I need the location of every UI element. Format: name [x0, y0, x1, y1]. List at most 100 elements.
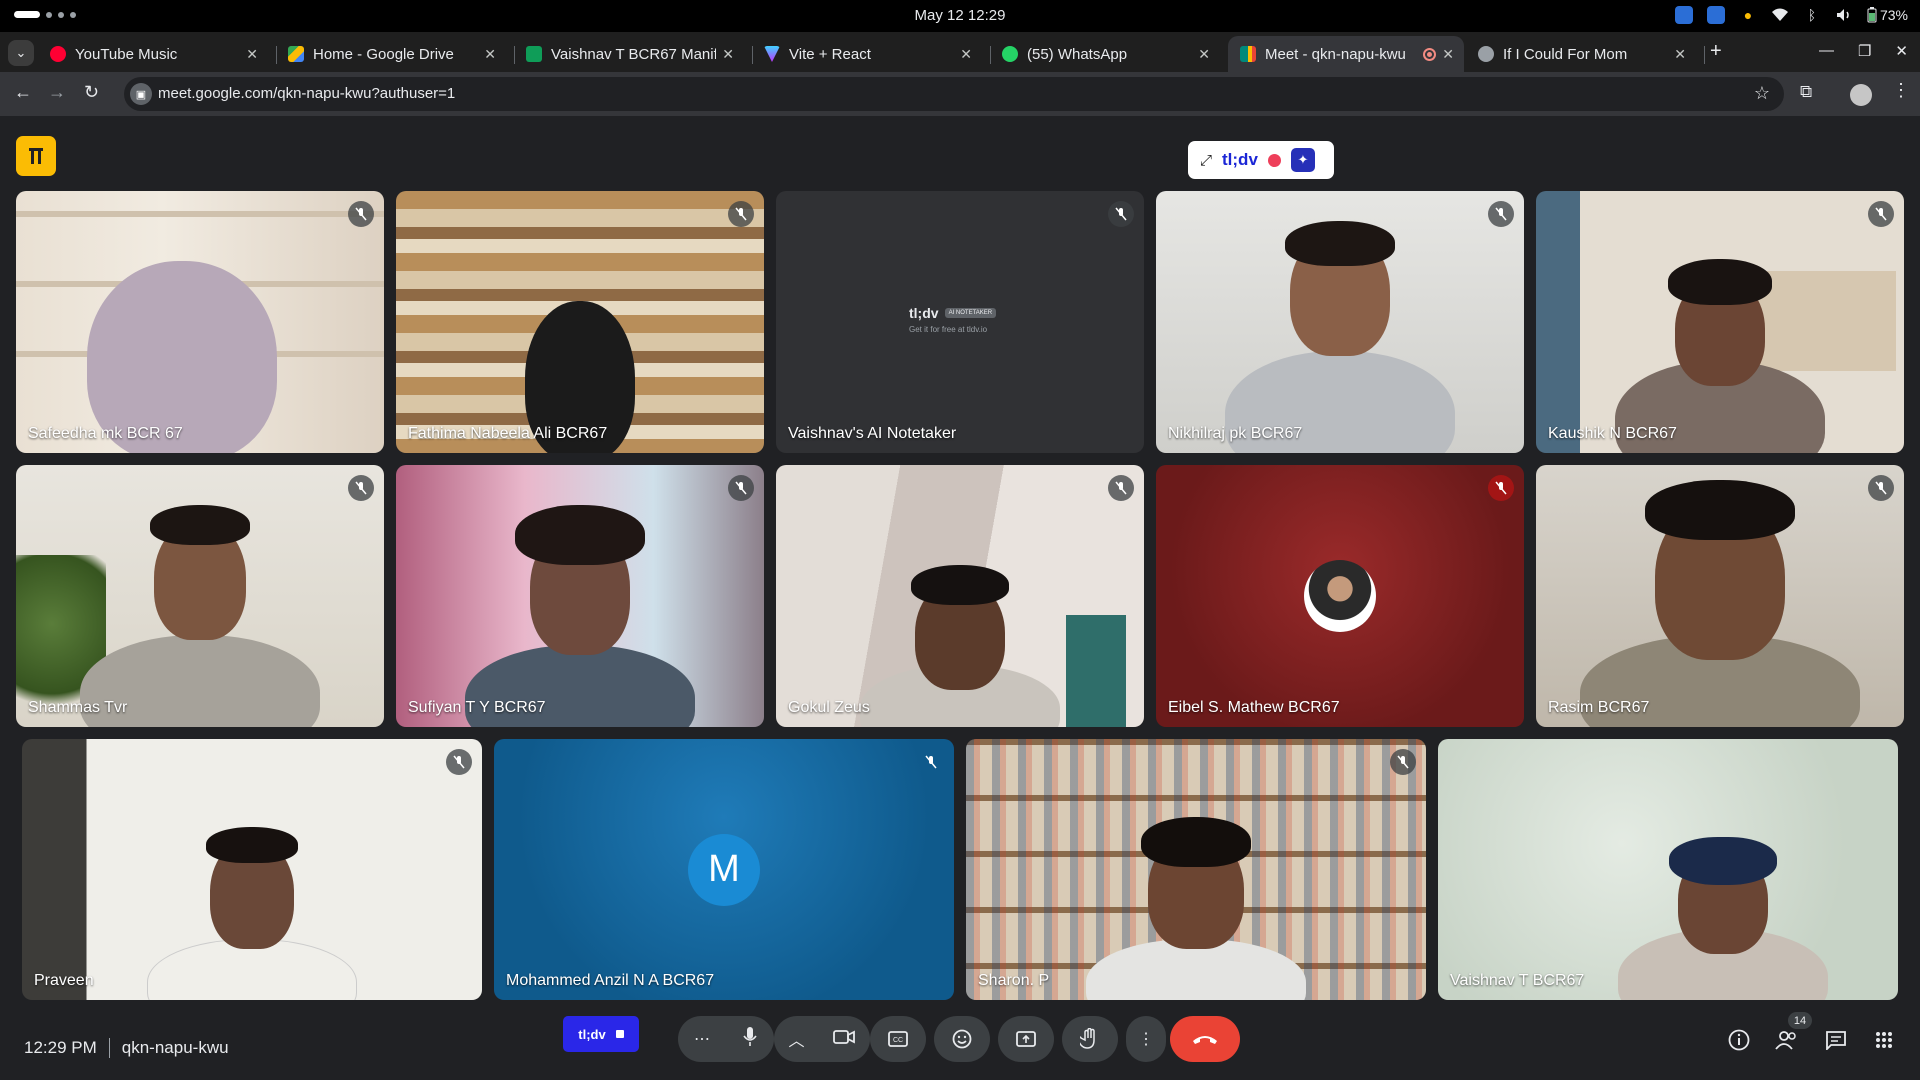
- meeting-info: 12:29 PM qkn-napu-kwu: [24, 1038, 229, 1058]
- participant-tile[interactable]: Rasim BCR67: [1536, 465, 1904, 727]
- vite-icon: [764, 46, 780, 62]
- activities-grid-icon[interactable]: [1870, 1026, 1898, 1054]
- emoji-reactions-button[interactable]: [934, 1016, 990, 1062]
- expand-icon[interactable]: ⤢: [1200, 152, 1212, 169]
- participant-name: Praveen: [34, 972, 94, 989]
- participant-tile[interactable]: Sufiyan T Y BCR67: [396, 465, 764, 727]
- bookmark-star-icon[interactable]: ☆: [1754, 83, 1770, 104]
- url-text[interactable]: meet.google.com/qkn-napu-kwu?authuser=1: [158, 85, 455, 102]
- people-icon[interactable]: [1773, 1026, 1801, 1054]
- raise-hand-button[interactable]: [1062, 1016, 1118, 1062]
- participant-name: Vaishnav T BCR67: [1450, 972, 1585, 989]
- profile-avatar[interactable]: [1850, 84, 1872, 106]
- tab-vite-react[interactable]: Vite + React ✕: [752, 36, 982, 72]
- participant-tile[interactable]: Kaushik N BCR67: [1536, 191, 1904, 453]
- browser-menu-icon[interactable]: ⋮: [1892, 80, 1910, 101]
- participant-name: Shammas Tvr: [28, 699, 128, 716]
- microphone-active-icon: ●: [1743, 7, 1753, 23]
- tldv-ai-icon[interactable]: ✦: [1290, 148, 1315, 172]
- participant-initial-avatar: M: [688, 833, 760, 906]
- participant-name: Kaushik N BCR67: [1548, 425, 1677, 442]
- restore-icon[interactable]: ❐: [1858, 42, 1871, 60]
- tldv-stop-recording-button[interactable]: tl;dv: [563, 1016, 639, 1052]
- close-window-icon[interactable]: ✕: [1895, 42, 1908, 60]
- close-icon[interactable]: ✕: [484, 46, 496, 63]
- muted-mic-icon: [1488, 475, 1514, 501]
- tab-if-i-could-for-mom[interactable]: If I Could For Mom ✕: [1466, 36, 1696, 72]
- close-icon[interactable]: ✕: [960, 46, 972, 63]
- recording-dot-icon: [1267, 153, 1281, 167]
- close-icon[interactable]: ✕: [722, 46, 734, 63]
- meeting-details-info-icon[interactable]: [1725, 1026, 1753, 1054]
- youtube-music-icon: [50, 46, 66, 62]
- app-tray-icon-2[interactable]: [1706, 6, 1725, 24]
- people-count-badge: 14: [1788, 1012, 1812, 1029]
- leave-call-button[interactable]: [1170, 1016, 1240, 1062]
- muted-mic-icon: [446, 749, 472, 775]
- tab-google-meet[interactable]: Meet - qkn-napu-kwu ✕: [1228, 36, 1464, 72]
- chevron-up-icon[interactable]: ︿: [788, 1027, 804, 1051]
- address-bar[interactable]: ▣ meet.google.com/qkn-napu-kwu?authuser=…: [124, 77, 1784, 111]
- camera-button[interactable]: [833, 1029, 856, 1050]
- os-top-bar: May 12 12:29 ● ᛒ 73%: [0, 0, 1920, 32]
- close-icon[interactable]: ✕: [1674, 46, 1686, 63]
- more-options-button[interactable]: ⋮: [1126, 1016, 1166, 1062]
- system-tray[interactable]: ● ᛒ 73%: [1674, 6, 1908, 24]
- close-icon[interactable]: ✕: [1442, 46, 1454, 63]
- muted-mic-icon: [1488, 201, 1514, 227]
- muted-mic-icon: [728, 201, 754, 227]
- microphone-button[interactable]: [742, 1026, 758, 1053]
- google-sheets-icon: [526, 46, 542, 62]
- participant-tile[interactable]: Eibel S. Mathew BCR67: [1156, 465, 1524, 727]
- more-audio-options-icon[interactable]: ⋯: [694, 1029, 710, 1049]
- muted-mic-icon: [728, 475, 754, 501]
- forward-arrow-icon[interactable]: →: [48, 82, 66, 103]
- present-screen-button[interactable]: [998, 1016, 1054, 1062]
- chat-icon[interactable]: [1822, 1026, 1850, 1054]
- close-icon[interactable]: ✕: [1198, 46, 1210, 63]
- whatsapp-icon: [1002, 46, 1018, 62]
- extensions-puzzle-icon[interactable]: ⧉: [1800, 82, 1812, 102]
- participant-tile[interactable]: Vaishnav T BCR67: [1438, 739, 1898, 1000]
- participant-name: Fathima Nabeela Ali BCR67: [408, 425, 608, 442]
- close-icon[interactable]: ✕: [246, 46, 258, 63]
- tab-sheets-manifest[interactable]: Vaishnav T BCR67 Manife ✕: [514, 36, 744, 72]
- participant-tile[interactable]: Sharon. P: [966, 739, 1426, 1000]
- site-info-icon[interactable]: ▣: [130, 83, 152, 105]
- back-arrow-icon[interactable]: ←: [14, 82, 32, 103]
- meeting-code: qkn-napu-kwu: [121, 1038, 229, 1057]
- tab-whatsapp[interactable]: (55) WhatsApp ✕: [990, 36, 1220, 72]
- meeting-time: 12:29 PM: [24, 1038, 97, 1057]
- participant-tile[interactable]: Praveen: [22, 739, 482, 1000]
- participant-tile[interactable]: M Mohammed Anzil N A BCR67: [494, 739, 954, 1000]
- notetaker-logo: tl;dv: [909, 305, 939, 321]
- tab-google-drive[interactable]: Home - Google Drive ✕: [276, 36, 506, 72]
- muted-mic-icon: [1390, 749, 1416, 775]
- new-tab-button[interactable]: +: [1710, 40, 1722, 63]
- battery-percent: 73%: [1879, 7, 1908, 23]
- participant-tile[interactable]: Fathima Nabeela Ali BCR67: [396, 191, 764, 453]
- recording-indicator-icon: [1423, 47, 1437, 61]
- camera-control-group: ︿: [774, 1016, 870, 1062]
- browser-tab-strip: ⌄ YouTube Music ✕ Home - Google Drive ✕ …: [0, 32, 1920, 72]
- meet-room-logo-icon[interactable]: [16, 136, 56, 176]
- participant-tile[interactable]: Shammas Tvr: [16, 465, 384, 727]
- tab-search-button[interactable]: ⌄: [8, 40, 34, 66]
- wifi-icon: [1771, 6, 1789, 24]
- participant-name: Nikhilraj pk BCR67: [1168, 425, 1303, 442]
- minimize-icon[interactable]: —: [1819, 42, 1834, 60]
- muted-mic-icon: [348, 475, 374, 501]
- participant-tile[interactable]: Safeedha mk BCR 67: [16, 191, 384, 453]
- system-clock[interactable]: May 12 12:29: [0, 7, 1920, 24]
- participant-avatar: [1304, 560, 1376, 632]
- reload-icon[interactable]: ↻: [84, 82, 99, 103]
- tab-youtube-music[interactable]: YouTube Music ✕: [38, 36, 268, 72]
- participant-tile[interactable]: tl;dv AI NOTETAKER Get it for free at tl…: [776, 191, 1144, 453]
- tldv-recorder-widget[interactable]: ⤢ tl;dv ✦: [1188, 141, 1334, 179]
- google-meet-icon: [1240, 46, 1256, 62]
- participant-name: Gokul Zeus: [788, 699, 870, 716]
- participant-tile[interactable]: Gokul Zeus: [776, 465, 1144, 727]
- app-tray-icon[interactable]: [1674, 6, 1693, 24]
- participant-tile[interactable]: Nikhilraj pk BCR67: [1156, 191, 1524, 453]
- captions-button[interactable]: CC: [870, 1016, 926, 1062]
